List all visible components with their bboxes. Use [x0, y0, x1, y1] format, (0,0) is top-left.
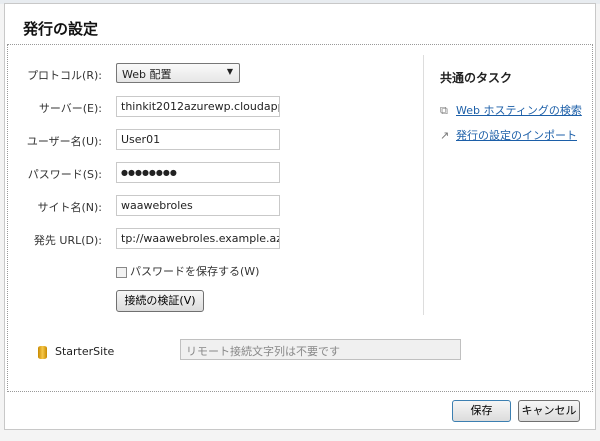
window-icon: ⧉ — [440, 104, 448, 117]
save-button[interactable]: 保存 — [452, 400, 511, 422]
site-name-label: サイト名(N): — [37, 201, 102, 214]
publish-settings-dialog: 発行の設定 プロトコル(R): Web 配置 ▼ サーバー(E): thinkit… — [4, 3, 596, 430]
task-web-hosting-search[interactable]: ⧉ Web ホスティングの検索 — [440, 102, 582, 118]
external-link-icon: ↗ — [440, 129, 450, 142]
server-input[interactable]: thinkit2012azurewp.cloudapp.net — [116, 96, 280, 117]
username-input[interactable]: User01 — [116, 129, 280, 150]
password-input[interactable]: ●●●●●●●● — [116, 162, 280, 183]
save-password-checkbox[interactable]: パスワードを保存する(W) — [116, 263, 259, 279]
protocol-select[interactable]: Web 配置 ▼ — [116, 63, 240, 83]
protocol-label: プロトコル(R): — [27, 69, 102, 82]
database-icon — [38, 345, 47, 359]
task-link[interactable]: 発行の設定のインポート — [456, 129, 577, 142]
database-entry: StarterSite — [38, 345, 114, 359]
task-link[interactable]: Web ホスティングの検索 — [456, 104, 582, 117]
database-name: StarterSite — [55, 345, 115, 358]
task-import-settings[interactable]: ↗ 発行の設定のインポート — [440, 127, 577, 143]
server-label: サーバー(E): — [38, 102, 102, 115]
verify-connection-button[interactable]: 接続の検証(V) — [116, 290, 204, 312]
save-password-label: パスワードを保存する(W) — [130, 265, 260, 278]
username-label: ユーザー名(U): — [26, 135, 102, 148]
settings-panel: プロトコル(R): Web 配置 ▼ サーバー(E): thinkit2012az… — [7, 44, 593, 392]
dest-url-label: 発先 URL(D): — [33, 234, 102, 247]
site-name-input[interactable]: waawebroles — [116, 195, 280, 216]
dest-url-input[interactable]: tp://waawebroles.example.azure — [116, 228, 280, 249]
checkbox-box[interactable] — [116, 266, 127, 278]
protocol-value: Web 配置 — [122, 68, 172, 81]
tasks-heading: 共通のタスク — [440, 71, 513, 85]
divider — [423, 55, 424, 315]
dialog-title: 発行の設定 — [23, 20, 99, 38]
chevron-down-icon: ▼ — [226, 67, 233, 76]
password-label: パスワード(S): — [27, 168, 102, 181]
cancel-button[interactable]: キャンセル — [518, 400, 580, 422]
connection-string-input[interactable]: リモート接続文字列は不要です — [180, 339, 461, 360]
